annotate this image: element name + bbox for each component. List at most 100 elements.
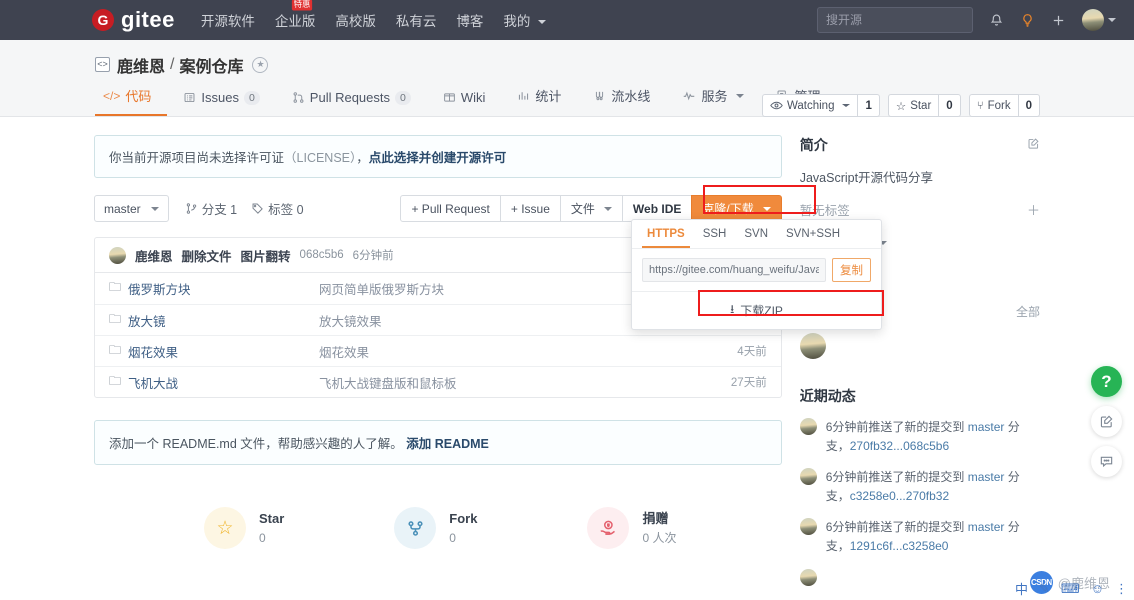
avatar[interactable]: [109, 246, 126, 264]
commit-author[interactable]: 鹿维恩: [135, 246, 173, 265]
fork-button[interactable]: ⑂ Fork: [968, 94, 1019, 117]
tab-pipeline[interactable]: 流水线: [577, 86, 666, 116]
avatar[interactable]: [1082, 9, 1116, 31]
plus-icon[interactable]: ＋: [1027, 200, 1040, 219]
ime-menu-icon[interactable]: ⋮: [1115, 581, 1128, 597]
repo-action-buttons: Watching 1 ☆ Star 0 ⑂ Fork 0: [761, 94, 1040, 117]
clone-tab-svn[interactable]: SVN: [739, 220, 773, 248]
stat-value: 0: [259, 530, 266, 545]
file-name: 俄罗斯方块: [128, 283, 191, 297]
ime-emoji-icon[interactable]: ☺: [1091, 581, 1104, 596]
tab-statistics[interactable]: 统计: [501, 86, 577, 116]
stat-label: Star: [259, 511, 285, 527]
activity-sha-link[interactable]: 1291c6f...c3258e0: [850, 539, 949, 553]
nav-label: 企业版: [274, 14, 316, 29]
watch-button[interactable]: Watching: [761, 94, 859, 117]
nav-item-university[interactable]: 高校版: [335, 10, 376, 30]
stat-star[interactable]: ☆ Star 0: [204, 507, 284, 549]
star-button-group[interactable]: ☆ Star 0: [887, 94, 961, 117]
branch-selector[interactable]: master: [94, 195, 169, 222]
tags-link[interactable]: 标签 0: [251, 199, 304, 218]
web-ide-button[interactable]: Web IDE: [621, 195, 693, 222]
table-row[interactable]: 🗀 飞机大战 飞机大战键盘版和鼠标板 27天前: [95, 366, 781, 397]
activity-sha-link[interactable]: 270fb32...068c5b6: [850, 439, 949, 453]
tab-wiki[interactable]: Wiki: [427, 90, 502, 116]
repo-owner-link[interactable]: 鹿维恩: [117, 53, 165, 77]
stat-fork[interactable]: Fork 0: [394, 507, 477, 549]
avatar[interactable]: [799, 418, 817, 435]
medal-badge-icon[interactable]: ★: [252, 56, 269, 73]
nav-item-blog[interactable]: 博客: [456, 10, 483, 30]
files-dropdown-button[interactable]: 文件: [559, 195, 623, 222]
contributors-all-link[interactable]: 全部: [1016, 303, 1040, 320]
search-input[interactable]: [817, 7, 973, 33]
nav-label: 高校版: [335, 14, 376, 29]
lightbulb-icon[interactable]: [1020, 13, 1035, 28]
avatar[interactable]: [799, 333, 826, 359]
feedback-edit-icon[interactable]: [1091, 406, 1122, 437]
watch-count[interactable]: 1: [858, 94, 880, 117]
activity-branch-link[interactable]: master: [968, 420, 1005, 434]
main-content: 你当前开源项目尚未选择许可证（LICENSE），点此选择并创建开源许可 mast…: [0, 117, 1134, 599]
clone-tab-ssh[interactable]: SSH: [698, 220, 732, 248]
branches-link[interactable]: 分支 1: [185, 199, 237, 218]
watch-button-group[interactable]: Watching 1: [761, 94, 880, 117]
fork-button-group[interactable]: ⑂ Fork 0: [968, 94, 1040, 117]
file-name-cell[interactable]: 🗀 飞机大战: [109, 372, 319, 393]
clone-tab-https[interactable]: HTTPS: [642, 220, 690, 248]
activity-branch-link[interactable]: master: [968, 470, 1005, 484]
clone-tab-svn-ssh[interactable]: SVN+SSH: [781, 220, 845, 248]
tab-code[interactable]: </> 代码: [95, 86, 168, 116]
star-count[interactable]: 0: [939, 94, 961, 117]
tab-issues[interactable]: Issues 0: [167, 90, 275, 116]
commit-message[interactable]: 删除文件: [182, 246, 232, 265]
breadcrumb: <> 鹿维恩 / 案例仓库 ★: [95, 40, 1134, 77]
new-pull-request-button[interactable]: + Pull Request: [400, 195, 501, 222]
ime-handwriting-icon[interactable]: ✎: [1039, 581, 1050, 597]
folder-icon: 🗀: [109, 342, 122, 357]
repo-meta-links: 分支 1 标签 0: [185, 199, 304, 218]
download-zip-button[interactable]: ⭳ 下载ZIP: [642, 300, 871, 321]
clone-url-input[interactable]: [642, 258, 826, 282]
stat-donate[interactable]: 捐赠 0 人次: [587, 507, 676, 549]
tab-pull-requests[interactable]: Pull Requests 0: [276, 90, 427, 116]
file-commit-message[interactable]: 飞机大战键盘版和鼠标板: [319, 373, 731, 392]
file-name-cell[interactable]: 🗀 俄罗斯方块: [109, 278, 319, 299]
nav-item-mine[interactable]: 我的: [503, 10, 547, 30]
bell-icon[interactable]: [989, 13, 1004, 28]
file-name-cell[interactable]: 🗀 放大镜: [109, 310, 319, 331]
file-commit-message[interactable]: 烟花效果: [319, 342, 737, 361]
clone-download-button[interactable]: 克隆/下载: [691, 195, 782, 222]
activity-branch-link[interactable]: master: [968, 520, 1005, 534]
star-button[interactable]: ☆ Star: [887, 94, 940, 117]
main-nav-items: 开源软件 企业版 特惠 高校版 私有云 博客 我的: [201, 0, 547, 30]
avatar[interactable]: [799, 468, 817, 486]
activity-sha-link[interactable]: c3258e0...270fb32: [850, 489, 949, 503]
commit-sha[interactable]: 068c5b6: [300, 249, 344, 261]
ime-mode-chinese[interactable]: 中: [1015, 579, 1028, 598]
nav-item-privatecloud[interactable]: 私有云: [396, 10, 437, 30]
table-row[interactable]: 🗀 烟花效果 烟花效果 4天前: [95, 335, 781, 366]
add-readme-link[interactable]: 添加 README: [406, 437, 489, 451]
fork-count[interactable]: 0: [1018, 94, 1040, 117]
copy-url-button[interactable]: 复制: [832, 258, 871, 282]
plus-icon[interactable]: [1051, 13, 1066, 28]
stat-text: 捐赠 0 人次: [642, 509, 676, 547]
gitee-logo[interactable]: G gitee: [92, 7, 175, 33]
nav-item-enterprise[interactable]: 企业版 特惠: [274, 0, 316, 30]
edit-icon[interactable]: [1027, 137, 1040, 153]
commit-message-secondary[interactable]: 图片翻转: [241, 246, 291, 265]
nav-item-opensource[interactable]: 开源软件: [201, 10, 255, 30]
comment-icon[interactable]: [1091, 446, 1122, 477]
avatar[interactable]: [799, 518, 817, 536]
file-name-cell[interactable]: 🗀 烟花效果: [109, 341, 319, 362]
repo-name-link[interactable]: 案例仓库: [179, 53, 243, 77]
ime-keyboard-icon[interactable]: ⌨: [1061, 581, 1080, 597]
code-icon: </>: [103, 88, 121, 103]
avatar[interactable]: [799, 568, 817, 586]
help-icon[interactable]: ?: [1091, 366, 1122, 397]
license-alert-link[interactable]: 点此选择并创建开源许可: [369, 151, 507, 165]
pulse-icon: [682, 89, 696, 102]
new-issue-button[interactable]: + Issue: [499, 195, 561, 222]
tab-services[interactable]: 服务: [666, 86, 760, 116]
